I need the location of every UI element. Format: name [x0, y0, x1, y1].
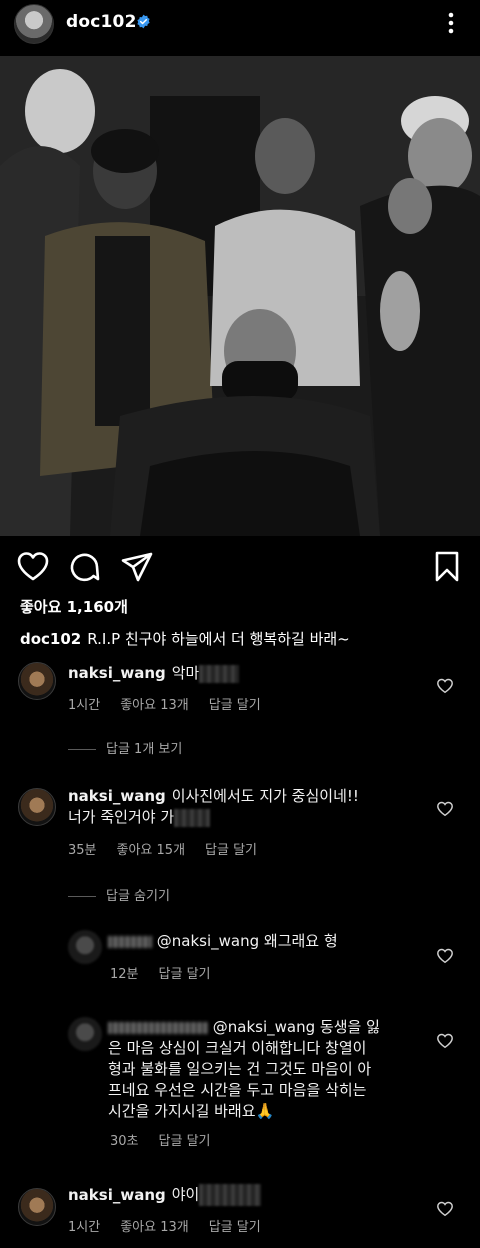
reply-button[interactable]: 답글 달기: [205, 843, 257, 858]
view-replies-button[interactable]: 답글 1개 보기: [68, 738, 182, 757]
reply-button[interactable]: 답글 달기: [209, 1220, 261, 1235]
redacted-username: [108, 935, 152, 948]
reply-button[interactable]: 답글 달기: [159, 1134, 211, 1149]
comment-like-icon[interactable]: [436, 1200, 454, 1218]
reply-text-line2: 은 마음 상심이 크실거 이해합니다 창열이: [108, 1039, 367, 1057]
reply-text-line4: 프네요 우선은 시간을 두고 마음을 삭히는: [108, 1081, 367, 1099]
bookmark-icon: [435, 551, 459, 582]
comment-item: naksi_wang 야이: [68, 1184, 408, 1206]
comment-time: 1시간: [68, 698, 101, 713]
group-photo-image: [0, 56, 480, 536]
reply-like-icon[interactable]: [436, 947, 454, 965]
caption-text: R.I.P 친구야 하늘에서 더 행복하길 바래~: [87, 630, 350, 648]
reply-button[interactable]: 답글 달기: [209, 698, 261, 713]
comment-like-icon[interactable]: [436, 677, 454, 695]
reply-text: @naksi_wang 왜그래요 형: [156, 932, 338, 950]
comment-username[interactable]: naksi_wang: [68, 1186, 166, 1204]
comment-username[interactable]: naksi_wang: [68, 787, 166, 805]
verified-badge-icon: [137, 14, 150, 29]
comment-meta: 1시간 좋아요 13개 답글 달기: [68, 1216, 281, 1235]
redacted-text: [199, 1184, 262, 1206]
comment-item: naksi_wang 악마: [68, 663, 408, 684]
comment-text-line1: 이사진에서도 지가 중심이네!!: [171, 787, 359, 805]
reply-avatar[interactable]: [68, 930, 102, 964]
redacted-username: [108, 1021, 208, 1034]
hide-replies-button[interactable]: 답글 숨기기: [68, 885, 170, 904]
comment-likes[interactable]: 좋아요 13개: [120, 698, 189, 713]
comment-avatar[interactable]: [18, 1188, 56, 1226]
comment-icon: [70, 553, 100, 582]
reply-meta: 30초 답글 달기: [110, 1130, 231, 1149]
post-header: doc102: [0, 0, 480, 48]
comment-username[interactable]: naksi_wang: [68, 664, 166, 682]
like-button[interactable]: [16, 550, 50, 584]
comment-text: 야이: [171, 1185, 200, 1204]
comment-avatar[interactable]: [18, 788, 56, 826]
comment-text: 악마: [171, 664, 200, 682]
reply-avatar[interactable]: [68, 1017, 102, 1051]
comment-time: 1시간: [68, 1220, 101, 1235]
reply-button[interactable]: 답글 달기: [159, 967, 211, 982]
comment-like-icon[interactable]: [436, 800, 454, 818]
comment-text-line2: 너가 죽인거야 가: [68, 808, 175, 826]
redacted-text: [199, 664, 240, 683]
reply-item: @naksi_wang 동생을 잃 은 마음 상심이 크실거 이해합니다 창열이…: [108, 1017, 448, 1122]
reply-like-icon[interactable]: [436, 1032, 454, 1050]
comment-likes[interactable]: 좋아요 13개: [120, 1220, 189, 1235]
post-username[interactable]: doc102: [66, 12, 137, 32]
reply-text-line1: @naksi_wang 동생을 잃: [212, 1018, 380, 1036]
comment-item: naksi_wang 이사진에서도 지가 중심이네!! 너가 죽인거야 가: [68, 786, 408, 828]
save-button[interactable]: [430, 550, 464, 584]
caption-username[interactable]: doc102: [20, 630, 81, 648]
comment-likes[interactable]: 좋아요 15개: [117, 843, 186, 858]
likes-count[interactable]: 좋아요 1,160개: [20, 596, 128, 617]
comment-meta: 1시간 좋아요 13개 답글 달기: [68, 694, 281, 713]
reply-item: @naksi_wang 왜그래요 형: [108, 931, 428, 952]
share-button[interactable]: [120, 550, 154, 584]
comment-time: 35분: [68, 843, 97, 858]
reply-text-line3: 형과 불화를 일으키는 건 그것도 마음이 아: [108, 1060, 372, 1078]
reply-time: 12분: [110, 967, 139, 982]
comment-meta: 35분 좋아요 15개 답글 달기: [68, 839, 277, 858]
reply-time: 30초: [110, 1134, 139, 1149]
comment-avatar[interactable]: [18, 662, 56, 700]
send-icon: [121, 552, 153, 582]
comment-button[interactable]: [68, 550, 102, 584]
reply-meta: 12분 답글 달기: [110, 963, 231, 982]
more-options-icon[interactable]: [438, 10, 464, 36]
redacted-text: [174, 808, 211, 827]
post-photo[interactable]: [0, 56, 480, 536]
profile-avatar[interactable]: [14, 4, 54, 44]
post-caption: doc102 R.I.P 친구야 하늘에서 더 행복하길 바래~: [20, 628, 350, 649]
reply-text-line5: 시간을 가지시길 바래요🙏: [108, 1102, 275, 1120]
heart-icon: [17, 552, 49, 581]
